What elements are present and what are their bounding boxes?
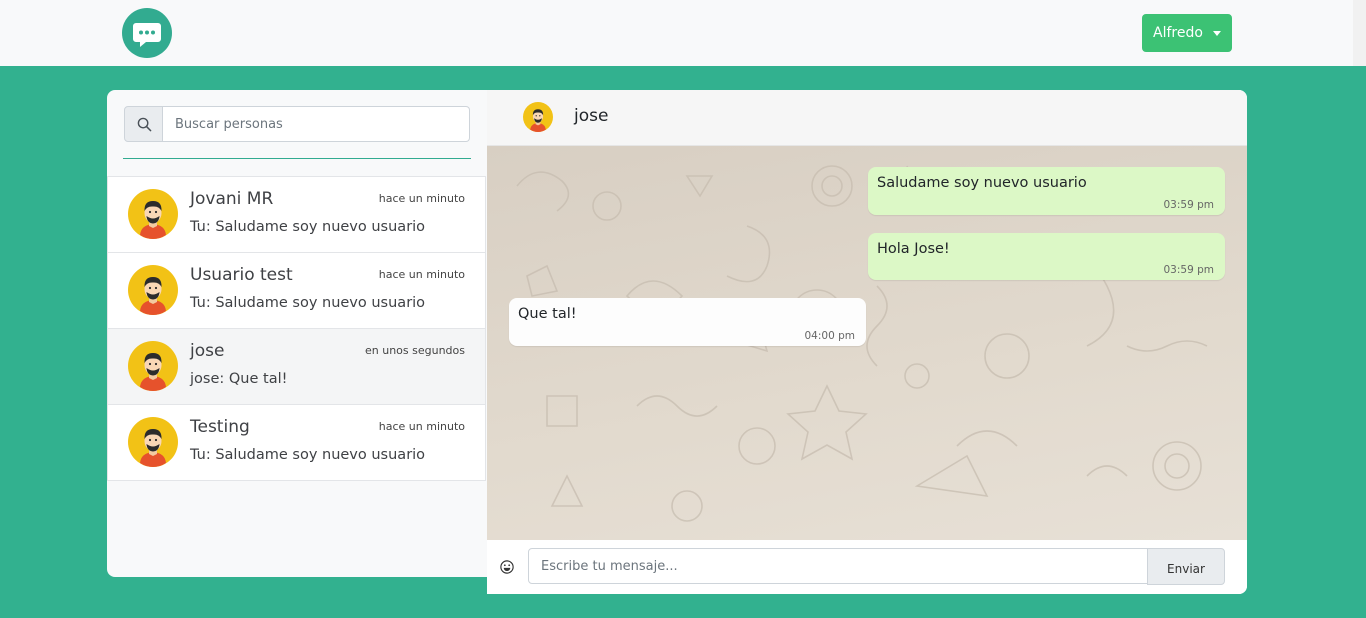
chat-preview: Tu: Saludame soy nuevo usuario [190, 219, 426, 235]
chat-contact-name: Usuario test [190, 265, 293, 285]
message-text: Hola Jose! [877, 241, 950, 257]
chat-list-item[interactable]: Jovani MR hace un minuto Tu: Saludame so… [107, 176, 486, 253]
chat-timestamp: hace un minuto [378, 420, 465, 433]
chat-bubble-icon[interactable] [122, 8, 172, 58]
search-icon [124, 106, 163, 142]
chat-contact-name: Jovani MR [190, 189, 274, 209]
message-bubble-incoming: Que tal! 04:00 pm [509, 298, 866, 346]
top-navbar: Alfredo [0, 0, 1353, 66]
page-scrollbar[interactable] [1353, 0, 1366, 66]
conversation-contact-name: jose [574, 106, 609, 126]
avatar [523, 102, 553, 136]
chat-preview: jose: Que tal! [190, 371, 288, 387]
message-bubble-outgoing: Saludame soy nuevo usuario 03:59 pm [868, 167, 1225, 215]
chat-preview: Tu: Saludame soy nuevo usuario [190, 447, 426, 463]
message-text: Que tal! [518, 306, 577, 322]
conversation-header: jose [487, 90, 1247, 146]
chat-timestamp: en unos segundos [364, 344, 465, 357]
emoji-icon[interactable] [500, 559, 514, 578]
message-time: 03:59 pm [1163, 264, 1215, 276]
contacts-panel: Jovani MR hace un minuto Tu: Saludame so… [107, 90, 487, 577]
chat-contact-name: Testing [190, 417, 250, 437]
message-bubble-outgoing: Hola Jose! 03:59 pm [868, 233, 1225, 280]
message-composer: Enviar [487, 540, 1247, 594]
message-input[interactable] [528, 548, 1148, 584]
chat-list: Jovani MR hace un minuto Tu: Saludame so… [107, 176, 487, 481]
chat-list-item[interactable]: Usuario test hace un minuto Tu: Saludame… [107, 253, 486, 329]
divider [123, 158, 471, 159]
avatar [128, 265, 178, 319]
user-menu-dropdown[interactable]: Alfredo [1142, 14, 1232, 52]
caret-down-icon [1212, 30, 1221, 36]
avatar [128, 189, 178, 243]
chat-list-item[interactable]: Testing hace un minuto Tu: Saludame soy … [107, 405, 486, 481]
messages-area[interactable]: Saludame soy nuevo usuario 03:59 pm Hola… [487, 146, 1247, 540]
search-input[interactable] [163, 106, 470, 142]
avatar [128, 341, 178, 395]
search-group [124, 106, 470, 142]
chat-contact-name: jose [190, 341, 225, 361]
send-button[interactable]: Enviar [1147, 548, 1225, 585]
conversation-panel: jose Saludame soy nuevo usuario 03:59 pm… [487, 90, 1247, 594]
chat-preview: Tu: Saludame soy nuevo usuario [190, 295, 426, 311]
message-time: 04:00 pm [804, 330, 856, 342]
message-text: Saludame soy nuevo usuario [877, 175, 1087, 191]
avatar [128, 417, 178, 471]
chat-list-item-active[interactable]: jose en unos segundos jose: Que tal! [107, 329, 486, 405]
chat-timestamp: hace un minuto [378, 192, 465, 205]
user-menu-label: Alfredo [1153, 25, 1203, 41]
message-time: 03:59 pm [1163, 199, 1215, 211]
chat-timestamp: hace un minuto [378, 268, 465, 281]
